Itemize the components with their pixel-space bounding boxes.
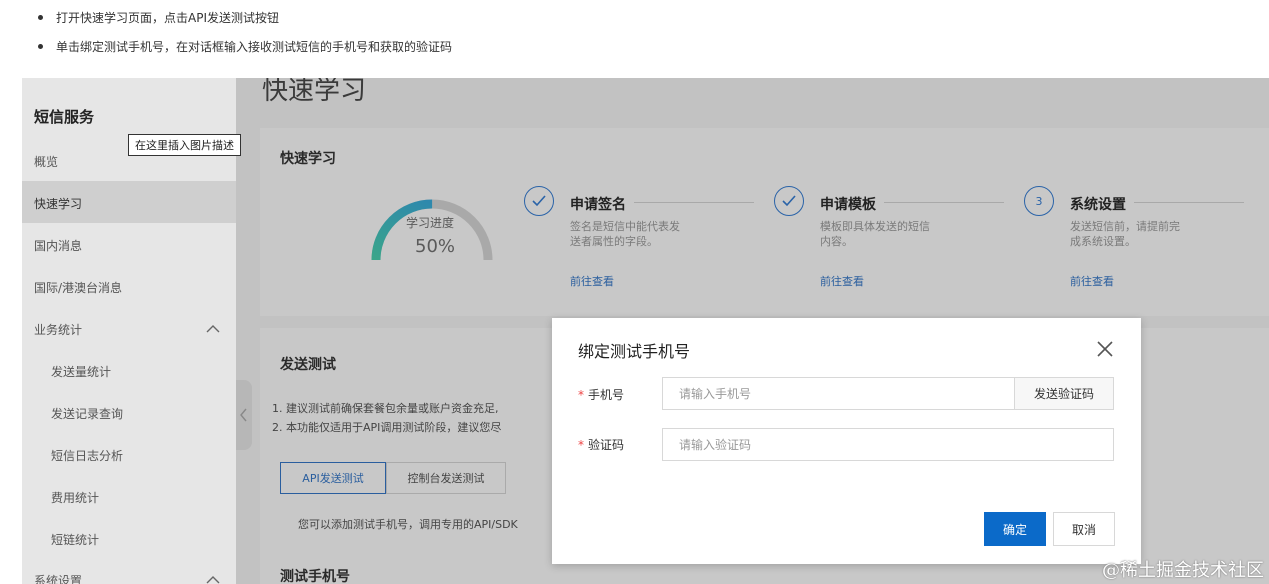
instruction-item: 打开快速学习页面，点击API发送测试按钮 — [36, 10, 452, 26]
step-title-template: 申请模板 — [820, 197, 876, 213]
step-link-template[interactable]: 前往查看 — [820, 273, 864, 289]
dialog-title: 绑定测试手机号 — [578, 342, 691, 361]
sidebar-item-overview[interactable]: 概览 — [34, 153, 58, 170]
step-desc-signature: 签名是短信中能代表发送者属性的字段。 — [570, 220, 680, 248]
sidebar-item-send-volume[interactable]: 发送量统计 — [51, 363, 111, 380]
quick-learn-title: 快速学习 — [280, 151, 336, 167]
progress-label: 学习进度 — [406, 216, 455, 230]
required-asterisk: * — [578, 388, 584, 402]
progress-value: 50% — [415, 236, 456, 257]
test-phone-title: 测试手机号 — [280, 569, 350, 584]
step-divider — [1134, 202, 1244, 203]
instruction-item: 单击绑定测试手机号，在对话框输入接收测试短信的手机号和获取的验证码 — [36, 39, 452, 55]
step-divider — [634, 202, 754, 203]
sidebar-item-log-analysis[interactable]: 短信日志分析 — [51, 447, 123, 464]
confirm-button[interactable]: 确定 — [984, 512, 1046, 546]
code-label-text: 验证码 — [588, 438, 625, 452]
instruction-text: 打开快速学习页面，点击API发送测试按钮 — [56, 11, 279, 25]
step-title-signature: 申请签名 — [570, 197, 626, 213]
step-divider — [884, 202, 1004, 203]
close-icon[interactable] — [1096, 340, 1114, 358]
sidebar-item-cost-stats[interactable]: 费用统计 — [51, 489, 99, 506]
bullet-dot — [38, 44, 43, 49]
chevron-up-icon[interactable] — [206, 324, 220, 334]
sidebar-item-shortlink-stats[interactable]: 短链统计 — [51, 531, 99, 548]
send-test-hint: 您可以添加测试手机号，调用专用的API/SDK — [298, 518, 518, 531]
sidebar-item-send-records[interactable]: 发送记录查询 — [51, 405, 123, 422]
verification-code-input[interactable] — [662, 428, 1114, 461]
sidebar-title: 短信服务 — [34, 108, 95, 126]
step-desc-template: 模板即具体发送的短信内容。 — [820, 220, 930, 248]
tab-api-send-test[interactable]: API发送测试 — [280, 462, 386, 494]
step-link-signature[interactable]: 前往查看 — [570, 273, 614, 289]
sidebar-item-domestic[interactable]: 国内消息 — [34, 237, 82, 254]
sidebar-collapse-handle[interactable] — [236, 380, 252, 450]
code-field-label: * 验证码 — [578, 436, 624, 453]
phone-input[interactable] — [662, 377, 1015, 410]
chevron-up-icon[interactable] — [206, 575, 220, 584]
step-desc-settings: 发送短信前，请提前完成系统设置。 — [1070, 220, 1180, 248]
send-test-note: 1. 建议测试前确保套餐包余量或账户资金充足, — [272, 402, 499, 415]
sidebar-item-business-stats[interactable]: 业务统计 — [34, 321, 82, 338]
sidebar-item-system-settings[interactable]: 系统设置 — [34, 572, 82, 584]
required-asterisk: * — [578, 438, 584, 452]
bind-phone-dialog: 绑定测试手机号 * 手机号 发送验证码 * 验证码 确定 取消 — [552, 318, 1141, 564]
watermark: @稀土掘金技术社区 — [1102, 560, 1264, 581]
send-code-button[interactable]: 发送验证码 — [1014, 377, 1114, 410]
sidebar-item-quick-learn[interactable]: 快速学习 — [34, 195, 82, 212]
tab-console-send-test[interactable]: 控制台发送测试 — [386, 462, 506, 494]
bullet-dot — [38, 15, 43, 20]
cancel-button[interactable]: 取消 — [1053, 512, 1115, 546]
check-icon — [774, 186, 804, 216]
phone-field-label: * 手机号 — [578, 386, 624, 403]
step-number-badge: 3 — [1024, 186, 1054, 216]
instruction-text: 单击绑定测试手机号，在对话框输入接收测试短信的手机号和获取的验证码 — [56, 40, 453, 54]
send-test-note: 2. 本功能仅适用于API调用测试阶段，建议您尽 — [272, 421, 502, 434]
step-title-settings: 系统设置 — [1070, 197, 1126, 213]
step-link-settings[interactable]: 前往查看 — [1070, 273, 1114, 289]
check-icon — [524, 186, 554, 216]
image-caption-tooltip: 在这里插入图片描述 — [128, 134, 241, 156]
page-title: 快速学习 — [262, 78, 367, 106]
sidebar-item-international[interactable]: 国际/港澳台消息 — [34, 279, 122, 296]
send-test-title: 发送测试 — [280, 357, 336, 373]
instruction-list: 打开快速学习页面，点击API发送测试按钮 单击绑定测试手机号，在对话框输入接收测… — [36, 10, 452, 68]
phone-label-text: 手机号 — [588, 388, 625, 402]
